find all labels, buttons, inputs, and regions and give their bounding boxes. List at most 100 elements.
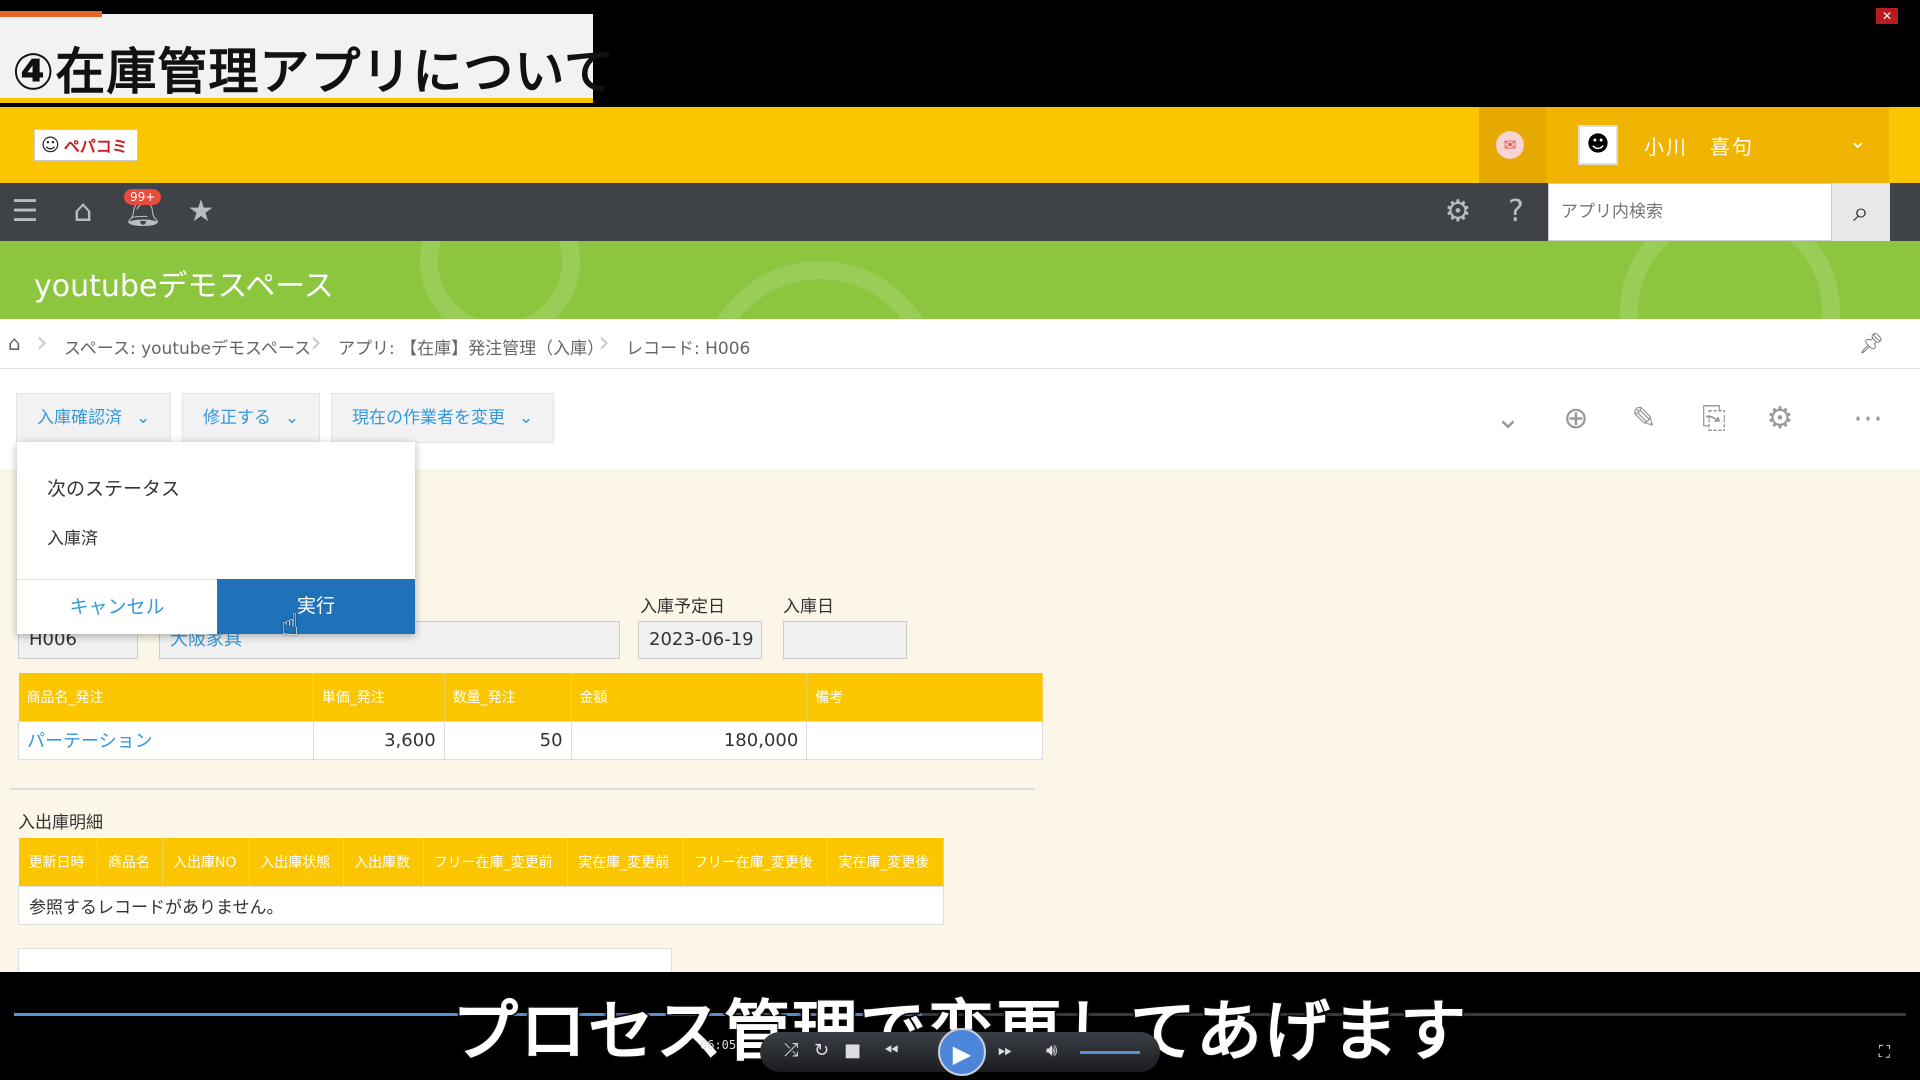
order-col-quantity: 数量_発注 — [444, 673, 572, 721]
app-header: ☺ ペパコミ ✉ ☻ 小川 喜句 ⌄ — [0, 107, 1920, 183]
stock-date-label: 入庫日 — [783, 597, 834, 617]
breadcrumb-separator: › — [310, 325, 322, 360]
video-player: プロセス管理で変更してあげます 06:05 ⤮ ↻ ■ ⏪︎ ▶ ⏩︎ 🔊︎ ⛶ — [0, 972, 1920, 1080]
section-divider — [10, 788, 1035, 790]
change-assignee-button[interactable]: 現在の作業者を変更 ⌄ — [331, 393, 555, 443]
next-status-label: 次のステータス — [47, 478, 181, 500]
volume-slider[interactable] — [1080, 1051, 1140, 1054]
more-options-icon[interactable]: ⋯ — [1848, 399, 1888, 439]
repeat-icon[interactable]: ↻ — [814, 1040, 829, 1061]
detail-table: 更新日時 商品名 入出庫NO 入出庫状態 入出庫数 フリー在庫_変更前 実在庫_… — [18, 838, 944, 925]
time-display: 06:05 — [700, 1038, 737, 1052]
breadcrumb-home-icon[interactable]: ⌂ — [8, 331, 21, 355]
detail-col-product: 商品名 — [97, 838, 164, 886]
next-status-value: 入庫済 — [47, 529, 98, 549]
chevron-down-icon: ⌄ — [285, 408, 300, 428]
order-price-cell: 3,600 — [312, 720, 445, 760]
table-row: パーテーション 3,600 50 180,000 — [18, 720, 1043, 760]
detail-col-state: 入出庫状態 — [249, 838, 345, 886]
order-quantity-cell: 50 — [443, 720, 572, 760]
detail-col-count: 入出庫数 — [343, 838, 424, 886]
avatar: ☻ — [1578, 125, 1618, 165]
copy-icon[interactable]: ⎘ — [1694, 399, 1734, 439]
edit-status-label: 修正する — [203, 408, 271, 428]
order-col-price: 単価_発注 — [313, 673, 445, 721]
search-input[interactable] — [1548, 183, 1832, 241]
volume-icon[interactable]: 🔊︎ — [1046, 1040, 1057, 1061]
logo[interactable]: ☺ ペパコミ — [34, 129, 138, 161]
order-col-amount: 金額 — [571, 673, 808, 721]
order-col-product: 商品名_発注 — [18, 673, 314, 721]
breadcrumb-app[interactable]: アプリ: 【在庫】発注管理（入庫） — [338, 334, 604, 359]
header-right: ✉ ☻ 小川 喜句 ⌄ — [1479, 107, 1889, 183]
rewind-icon[interactable]: ⏪︎ — [884, 1040, 898, 1061]
user-menu[interactable]: ☻ 小川 喜句 ⌄ — [1546, 107, 1889, 183]
cancel-button[interactable]: キャンセル — [17, 579, 217, 634]
detail-col-no: 入出庫NO — [162, 838, 251, 886]
user-name: 小川 喜句 — [1644, 135, 1754, 159]
detail-col-actual-after: 実在庫_変更後 — [827, 838, 944, 886]
banner-decoration — [420, 241, 580, 319]
order-amount-cell: 180,000 — [570, 720, 808, 760]
status-button[interactable]: 入庫確認済 ⌄ — [16, 393, 172, 443]
gear-icon[interactable]: ⚙ — [1439, 193, 1477, 231]
chevron-down-icon: ⌄ — [519, 408, 534, 428]
settings-gear-icon[interactable]: ⚙ — [1760, 399, 1800, 439]
star-icon[interactable]: ★ — [182, 193, 220, 231]
chevron-down-icon: ⌄ — [136, 408, 151, 428]
video-title-card: ④在庫管理アプリについて — [0, 11, 614, 103]
edit-icon[interactable]: ✎ — [1624, 399, 1664, 439]
chevron-down-icon[interactable]: ⌄ — [1488, 399, 1528, 439]
logo-face-icon: ☺ — [41, 134, 60, 156]
logo-text: ペパコミ — [63, 137, 128, 156]
detail-col-free-before: フリー在庫_変更前 — [423, 838, 569, 886]
shuffle-icon[interactable]: ⤮ — [784, 1040, 798, 1061]
title-accent — [0, 11, 102, 17]
stock-date-field — [783, 621, 907, 659]
detail-section-title: 入出庫明細 — [18, 813, 103, 833]
breadcrumb-record: レコード: H006 — [626, 339, 751, 359]
breadcrumb-separator: › — [36, 325, 48, 360]
edit-status-button[interactable]: 修正する ⌄ — [182, 393, 321, 443]
change-assignee-label: 現在の作業者を変更 — [352, 408, 505, 428]
chevron-down-icon: ⌄ — [1848, 129, 1867, 154]
detail-col-actual-before: 実在庫_変更前 — [567, 838, 684, 886]
notification-badge: 99+ — [124, 189, 162, 205]
main-toolbar: ☰ ⌂ 🔔︎ 99+ ★ ⚙ ? ⌕ — [0, 183, 1920, 241]
status-popup: 次のステータス 入庫済 キャンセル 実行 — [17, 442, 415, 634]
status-button-label: 入庫確認済 — [37, 408, 122, 428]
space-banner: youtubeデモスペース — [0, 241, 1920, 319]
hand-cursor-icon: ☝ — [281, 608, 300, 643]
video-title: ④在庫管理アプリについて — [12, 43, 615, 101]
fullscreen-icon[interactable]: ⛶ — [1879, 1042, 1890, 1062]
detail-empty-message: 参照するレコードがありません。 — [18, 885, 944, 925]
detail-col-updated: 更新日時 — [18, 838, 98, 886]
mail-icon[interactable]: ✉ — [1496, 131, 1524, 159]
banner-decoration — [700, 261, 940, 319]
planned-date-label: 入庫予定日 — [640, 597, 725, 617]
planned-date-field: 2023-06-19 — [638, 621, 762, 659]
table-row: 参照するレコードがありません。 — [18, 885, 944, 925]
order-table: 商品名_発注 単価_発注 数量_発注 金額 備考 パーテーション 3,600 5… — [18, 673, 1043, 760]
fast-forward-icon[interactable]: ⏩︎ — [998, 1040, 1012, 1061]
breadcrumb-separator: › — [598, 325, 610, 360]
hamburger-menu-icon[interactable]: ☰ — [6, 193, 44, 231]
close-icon[interactable]: ✕ — [1876, 8, 1898, 24]
add-record-icon[interactable]: ⊕ — [1556, 399, 1596, 439]
play-icon[interactable]: ▶ — [938, 1028, 986, 1076]
pin-icon[interactable]: 📌︎ — [1859, 331, 1884, 355]
execute-button[interactable]: 実行 — [217, 579, 415, 634]
player-controls: ⤮ ↻ ■ ⏪︎ ▶ ⏩︎ 🔊︎ — [760, 1028, 1160, 1076]
order-col-note: 備考 — [806, 673, 1043, 721]
video-top-bar: ④在庫管理アプリについて ✕ — [0, 0, 1920, 107]
help-icon[interactable]: ? — [1497, 193, 1535, 231]
search-icon[interactable]: ⌕ — [1832, 183, 1890, 241]
banner-decoration — [1620, 241, 1840, 319]
home-icon[interactable]: ⌂ — [64, 193, 102, 231]
stop-icon[interactable]: ■ — [844, 1040, 861, 1061]
space-title: youtubeデモスペース — [34, 269, 334, 304]
order-note-cell — [806, 720, 1043, 760]
order-product-cell[interactable]: パーテーション — [18, 720, 314, 760]
breadcrumb: ⌂ › スペース: youtubeデモスペース › アプリ: 【在庫】発注管理（… — [0, 319, 1920, 369]
breadcrumb-space[interactable]: スペース: youtubeデモスペース — [64, 334, 311, 359]
